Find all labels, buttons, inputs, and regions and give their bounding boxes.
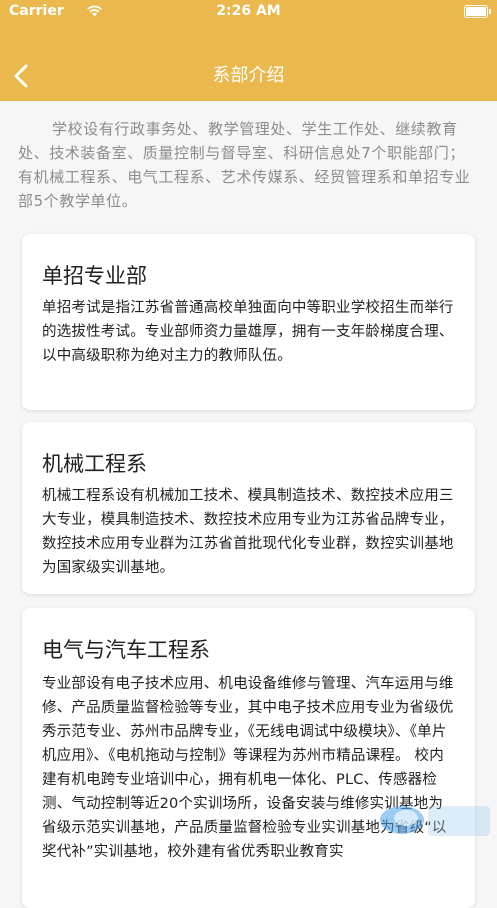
department-description: 机械工程系设有机械加工技术、模具制造技术、数控技术应用三大专业，模具制造技术、数… [42, 488, 454, 576]
department-card[interactable]: 单招专业部 单招考试是指江苏省普通高校单独面向中等职业学校招生而举行的选拔性考试… [22, 234, 475, 410]
page-title: 系部介绍 [212, 65, 285, 86]
department-title: 机械工程系 [42, 452, 147, 476]
department-card[interactable]: 电气与汽车工程系 专业部设有电子技术应用、机电设备维修与管理、汽车运用与维修、产… [22, 608, 475, 908]
battery-icon [464, 5, 491, 18]
department-card[interactable]: 机械工程系 机械工程系设有机械加工技术、模具制造技术、数控技术应用三大专业，模具… [22, 422, 475, 594]
status-bar: Carrier 2:26 AM [0, 0, 497, 24]
nav-bar: 系部介绍 [0, 50, 497, 98]
status-time: 2:26 AM [216, 3, 281, 19]
intro-text: 学校设有行政事务处、教学管理处、学生工作处、继续教育处、技术装备室、质量控制与督… [18, 120, 471, 210]
department-title: 单招专业部 [42, 264, 147, 288]
header: Carrier 2:26 AM 系部介绍 [0, 0, 497, 101]
department-title: 电气与汽车工程系 [42, 638, 210, 662]
watermark-logo [380, 806, 490, 836]
department-description: 单招考试是指江苏省普通高校单独面向中等职业学校招生而举行的选拔性考试。专业部师资… [42, 300, 454, 364]
